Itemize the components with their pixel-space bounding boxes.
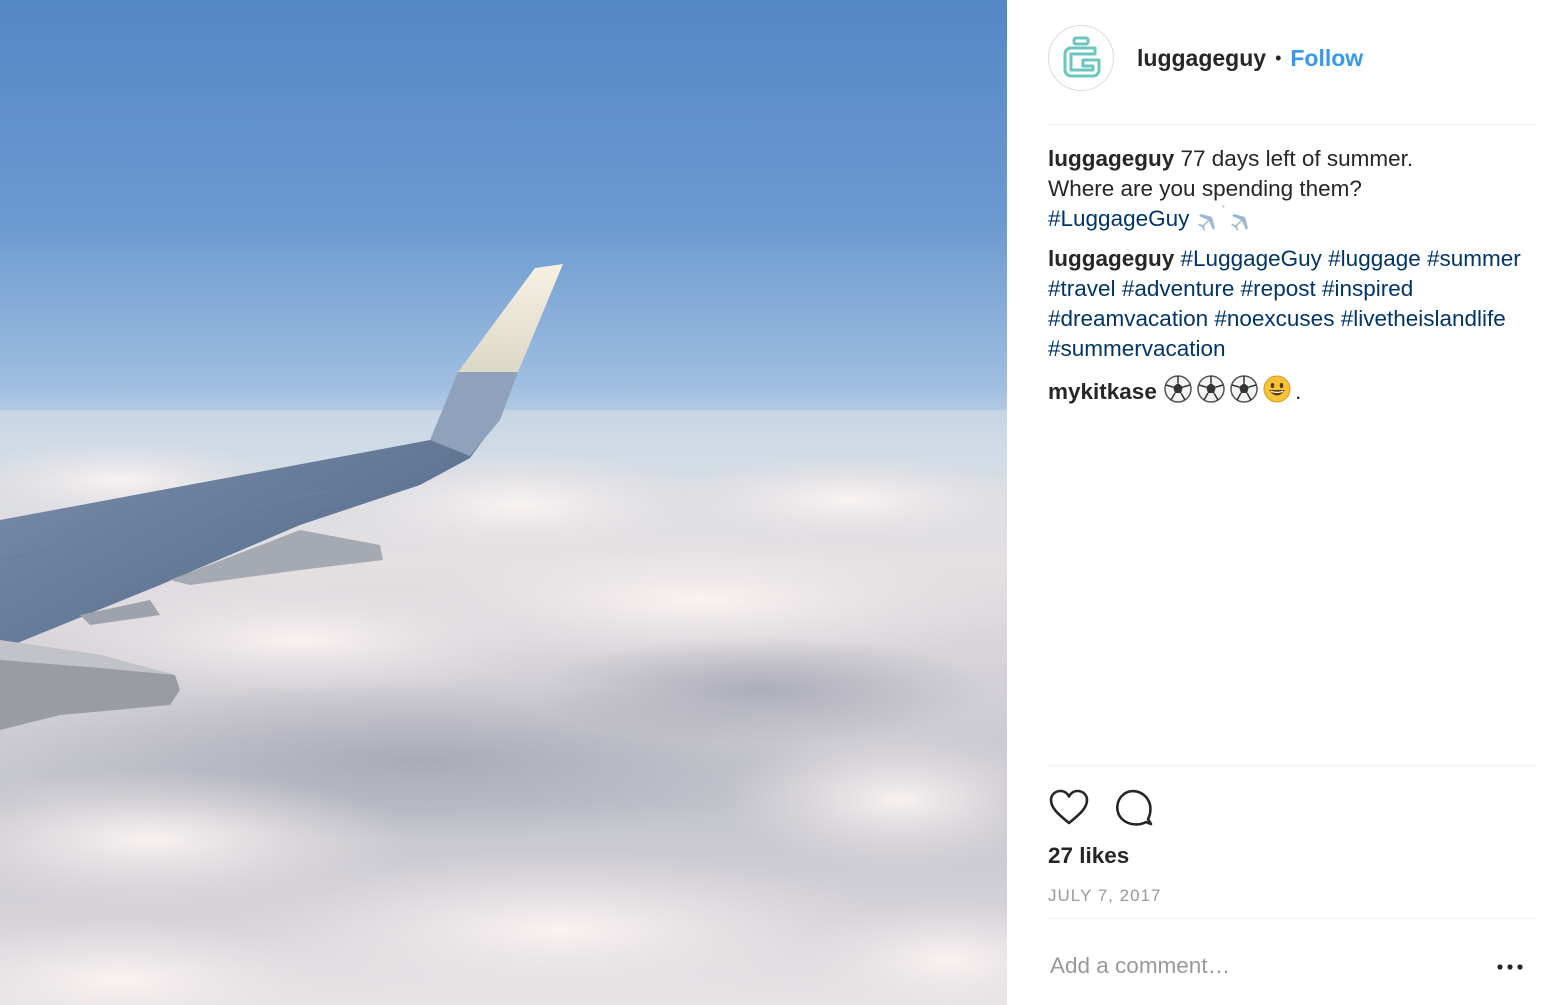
separator-dot: • bbox=[1275, 47, 1282, 68]
caption-comment: luggageguy 77 days left of summer. Where… bbox=[1048, 144, 1528, 234]
soccer-ball-icon bbox=[1197, 375, 1225, 403]
comment-author[interactable]: mykitkase bbox=[1048, 379, 1157, 404]
post-side-panel: luggageguy • Follow luggageguy 77 days l… bbox=[1007, 0, 1568, 1005]
comment-button[interactable] bbox=[1112, 786, 1154, 828]
post-header: luggageguy • Follow bbox=[1048, 24, 1363, 92]
more-options-button[interactable] bbox=[1495, 956, 1525, 978]
hashtag-link[interactable]: #adventure bbox=[1122, 276, 1235, 301]
luggage-g-logo-icon bbox=[1063, 36, 1101, 78]
post-date: JULY 7, 2017 bbox=[1048, 886, 1162, 905]
comment-author[interactable]: luggageguy bbox=[1048, 246, 1174, 271]
user-comment: mykitkase . bbox=[1048, 374, 1528, 407]
post-photo[interactable] bbox=[0, 0, 1007, 1005]
hashtag-link[interactable]: #summervacation bbox=[1048, 336, 1226, 361]
actions-divider bbox=[1048, 765, 1535, 766]
comment-bubble-icon bbox=[1116, 789, 1153, 826]
header-divider bbox=[1048, 124, 1535, 125]
more-options-icon bbox=[1497, 964, 1523, 970]
hashtag-link[interactable]: #repost bbox=[1241, 276, 1316, 301]
caption-text-line1: 77 days left of summer. bbox=[1174, 146, 1414, 171]
soccer-ball-icon bbox=[1230, 375, 1258, 403]
likes-count[interactable]: 27 likes bbox=[1048, 843, 1129, 869]
follow-button[interactable]: Follow bbox=[1290, 45, 1363, 72]
hashtag-link[interactable]: #summer bbox=[1427, 246, 1521, 271]
like-button[interactable] bbox=[1048, 786, 1090, 828]
comment-trailing-text: . bbox=[1295, 379, 1302, 404]
soccer-ball-icon bbox=[1164, 375, 1192, 403]
comment-author[interactable]: luggageguy bbox=[1048, 146, 1174, 171]
hashtag-link[interactable]: #inspired bbox=[1322, 276, 1413, 301]
hashtag-link[interactable]: #noexcuses bbox=[1214, 306, 1334, 331]
avatar[interactable] bbox=[1048, 25, 1114, 91]
heart-icon bbox=[1049, 789, 1089, 825]
caption-text-line2: Where are you spending them? bbox=[1048, 176, 1362, 201]
hashtag-link[interactable]: #LuggageGuy bbox=[1181, 246, 1322, 271]
add-comment-input[interactable] bbox=[1048, 946, 1482, 986]
hashtags-comment: luggageguy #LuggageGuy #luggage #summer … bbox=[1048, 244, 1528, 364]
comment-divider bbox=[1048, 918, 1535, 919]
hashtag-link[interactable]: #luggage bbox=[1328, 246, 1421, 271]
hashtag-link[interactable]: #dreamvacation bbox=[1048, 306, 1208, 331]
post-author-username[interactable]: luggageguy bbox=[1137, 45, 1266, 72]
airplane-icon bbox=[1197, 205, 1225, 231]
comments-list: luggageguy 77 days left of summer. Where… bbox=[1048, 144, 1528, 417]
airplane-wing-photo bbox=[0, 264, 1007, 1005]
grinning-face-icon bbox=[1263, 375, 1291, 403]
post-actions bbox=[1048, 786, 1154, 828]
airplane-icon bbox=[1230, 207, 1256, 231]
hashtag-link[interactable]: #livetheislandlife bbox=[1341, 306, 1506, 331]
hashtag-link[interactable]: #LuggageGuy bbox=[1048, 206, 1189, 231]
hashtag-link[interactable]: #travel bbox=[1048, 276, 1116, 301]
instagram-post: luggageguy • Follow luggageguy 77 days l… bbox=[0, 0, 1568, 1005]
